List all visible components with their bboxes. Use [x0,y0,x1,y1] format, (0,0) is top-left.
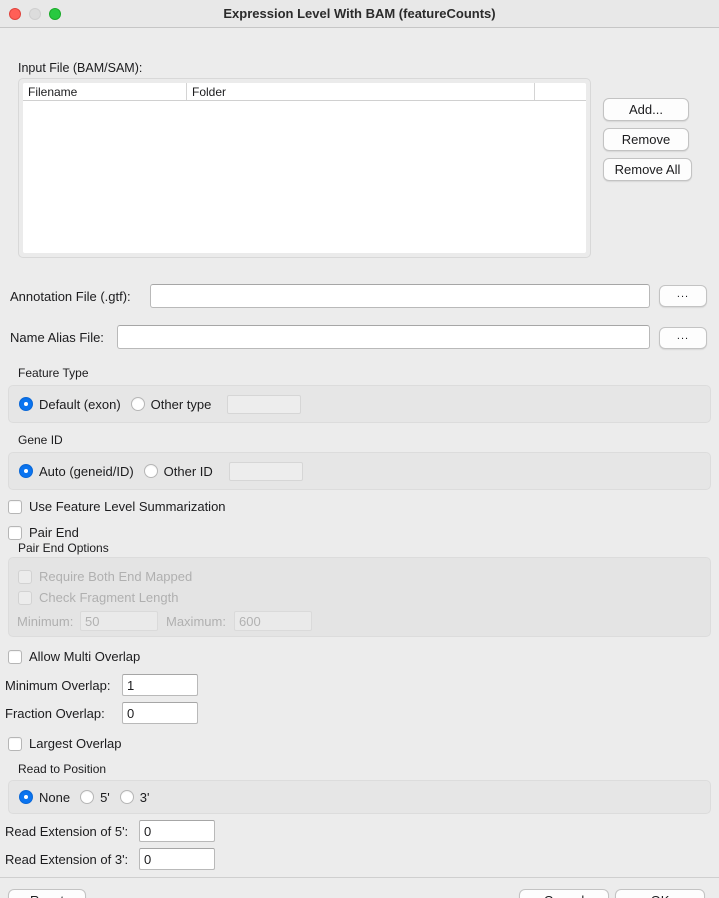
checkbox-pair-end[interactable] [8,525,22,540]
radio-position-5prime[interactable] [80,790,95,804]
radio-default-exon[interactable] [19,397,33,411]
checkbox-allow-multi-overlap[interactable] [8,649,22,664]
name-alias-file-label: Name Alias File: [10,330,104,345]
reset-button[interactable]: Reset [8,889,86,898]
annotation-file-input[interactable] [150,284,650,308]
column-header-folder[interactable]: Folder [186,83,534,100]
feature-type-radio-row: Default (exon) Other type [9,386,710,422]
ok-button[interactable]: OK [615,889,705,898]
fragment-minimum-field: 50 [80,611,158,631]
allow-multi-overlap-label[interactable]: Allow Multi Overlap [29,649,140,664]
radio-position-3prime-label[interactable]: 3' [140,790,150,805]
fragment-maximum-field: 600 [234,611,312,631]
gene-id-radio-row: Auto (geneid/ID) Other ID [9,453,710,489]
feature-type-other-input[interactable] [227,394,302,414]
dialog-body: Input File (BAM/SAM): Filename Folder Ad… [0,28,719,898]
pair-end-options-group-label: Pair End Options [18,541,109,555]
read-extension-3-label: Read Extension of 3': [5,852,129,867]
check-fragment-length-label: Check Fragment Length [39,590,179,605]
name-alias-file-browse-button[interactable]: ... [659,327,707,349]
input-file-listbox[interactable]: Filename Folder [18,78,591,258]
radio-position-none[interactable] [19,790,33,804]
pair-end-label[interactable]: Pair End [29,525,79,540]
gene-id-group: Auto (geneid/ID) Other ID [8,452,711,490]
fraction-overlap-field[interactable]: 0 [122,702,198,724]
window-controls [0,7,61,20]
radio-auto-geneid[interactable] [19,464,33,478]
add-button[interactable]: Add... [603,98,689,121]
radio-other-id[interactable] [143,464,158,478]
zoom-button-icon[interactable] [49,7,61,20]
close-button-icon[interactable] [9,7,21,20]
fragment-maximum-label: Maximum: [166,614,226,629]
remove-button[interactable]: Remove [603,128,689,151]
checkbox-check-fragment-length [18,590,32,605]
title-bar: Expression Level With BAM (featureCounts… [0,0,719,28]
dialog-window: Expression Level With BAM (featureCounts… [0,0,719,898]
check-fragment-length-row: Check Fragment Length [18,590,178,605]
fraction-overlap-label: Fraction Overlap: [5,706,105,721]
radio-other-type[interactable] [130,397,145,411]
checkbox-require-both-end-mapped [18,569,32,584]
minimum-overlap-label: Minimum Overlap: [5,678,111,693]
annotation-file-label: Annotation File (.gtf): [10,289,131,304]
feature-type-group-label: Feature Type [18,366,89,380]
name-alias-file-input[interactable] [117,325,650,349]
window-title: Expression Level With BAM (featureCounts… [223,6,496,21]
radio-position-5prime-label[interactable]: 5' [100,790,110,805]
table-header-row: Filename Folder [23,83,586,101]
radio-other-id-label[interactable]: Other ID [164,464,213,479]
radio-position-none-label[interactable]: None [39,790,70,805]
read-to-position-group-label: Read to Position [18,762,107,776]
require-both-end-mapped-label: Require Both End Mapped [39,569,193,584]
radio-default-exon-label[interactable]: Default (exon) [39,397,121,412]
fragment-minimum-label: Minimum: [17,614,74,629]
read-extension-5-field[interactable]: 0 [139,820,215,842]
feature-level-summarization-label[interactable]: Use Feature Level Summarization [29,499,226,514]
require-both-end-mapped-row: Require Both End Mapped [18,569,192,584]
gene-id-group-label: Gene ID [18,433,63,447]
allow-multi-overlap-row[interactable]: Allow Multi Overlap [8,649,140,664]
cancel-button[interactable]: Cancel [519,889,609,898]
input-file-section-label: Input File (BAM/SAM): [18,61,143,75]
radio-auto-geneid-label[interactable]: Auto (geneid/ID) [39,464,134,479]
footer-separator [0,877,719,878]
minimize-button-icon[interactable] [29,7,41,20]
largest-overlap-label[interactable]: Largest Overlap [29,736,122,751]
largest-overlap-row[interactable]: Largest Overlap [8,736,122,751]
read-to-position-radio-row: None 5' 3' [9,781,710,813]
column-header-filename[interactable]: Filename [23,83,186,100]
checkbox-feature-level-summarization[interactable] [8,499,22,514]
minimum-overlap-field[interactable]: 1 [122,674,198,696]
checkbox-largest-overlap[interactable] [8,736,22,751]
remove-all-button[interactable]: Remove All [603,158,692,181]
radio-other-type-label[interactable]: Other type [151,397,212,412]
read-to-position-group: None 5' 3' [8,780,711,814]
annotation-file-browse-button[interactable]: ... [659,285,707,307]
feature-level-summarization-row[interactable]: Use Feature Level Summarization [8,499,226,514]
radio-position-3prime[interactable] [119,790,134,804]
feature-type-group: Default (exon) Other type [8,385,711,423]
input-file-table[interactable]: Filename Folder [23,83,586,253]
read-extension-3-field[interactable]: 0 [139,848,215,870]
column-header-extra[interactable] [534,83,586,100]
pair-end-row[interactable]: Pair End [8,525,79,540]
gene-id-other-input[interactable] [228,461,303,481]
read-extension-5-label: Read Extension of 5': [5,824,129,839]
